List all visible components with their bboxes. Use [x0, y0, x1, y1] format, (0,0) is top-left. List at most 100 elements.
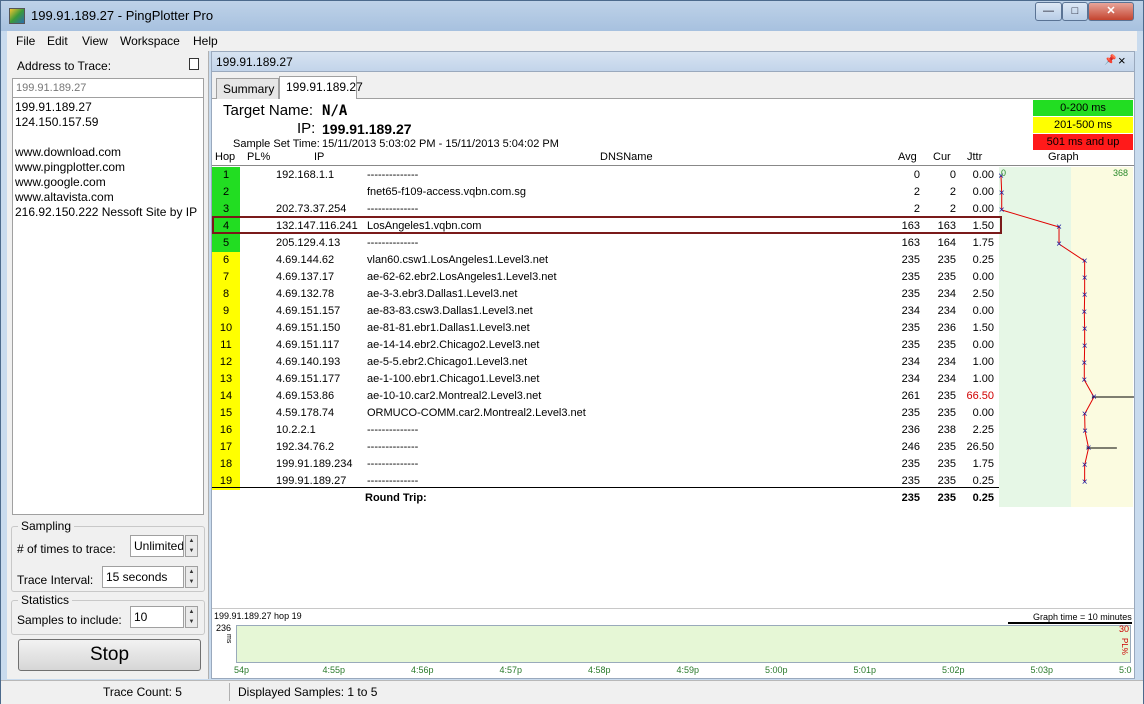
table-row[interactable]: 7 4.69.137.17 ae-62-62.ebr2.LosAngeles1.Le…	[212, 269, 1134, 286]
table-row[interactable]: 1 192.168.1.1 -------------- 0 0 0.00	[212, 167, 1134, 184]
latency-point: ×	[1056, 239, 1062, 250]
table-row[interactable]: 6 4.69.144.62 vlan60.csw1.LosAngeles1.Leve…	[212, 252, 1134, 269]
header-hop[interactable]: Hop	[215, 151, 235, 163]
samples-to-include-label: Samples to include:	[17, 613, 122, 627]
address-history-list[interactable]: 199.91.189.27 124.150.157.59 www.download.…	[12, 97, 204, 515]
document-title: 199.91.189.27	[216, 55, 293, 69]
history-item[interactable]: www.download.com	[15, 145, 201, 160]
trace-interval-input[interactable]: 15 seconds	[102, 566, 184, 588]
menu-file[interactable]: File	[16, 34, 35, 48]
maximize-button[interactable]: □	[1062, 2, 1088, 21]
hop-avg: 2	[913, 186, 920, 198]
times-to-trace-input[interactable]: Unlimited	[130, 535, 184, 557]
table-row[interactable]: 16 10.2.2.1 -------------- 236 238 2.25	[212, 422, 1134, 439]
close-button[interactable]: ✕	[1088, 2, 1134, 21]
hop-jttr: 1.00	[972, 373, 994, 385]
table-row[interactable]: 17 192.34.76.2 -------------- 246 235 26.50	[212, 439, 1134, 456]
latency-graph: ×××××××××××××××××××	[999, 171, 1134, 488]
header-avg[interactable]: Avg	[898, 151, 917, 163]
latency-point: ×	[999, 205, 1005, 216]
hop-cur: 0	[949, 169, 956, 181]
hop-avg: 235	[901, 407, 920, 419]
time-axis-tick: 4:55p	[322, 665, 346, 675]
legend-red: 501 ms and up	[1033, 134, 1133, 150]
table-row[interactable]: 11 4.69.151.117 ae-14-14.ebr2.Chicago2.Lev…	[212, 337, 1134, 354]
minimize-button[interactable]: —	[1035, 2, 1062, 21]
hop-number: 6	[212, 252, 240, 269]
hop-ip: 192.168.1.1	[276, 169, 335, 181]
times-to-trace-spinner[interactable]: ▲ ▼	[185, 535, 198, 557]
table-row[interactable]: 10 4.69.151.150 ae-81-81.ebr1.Dallas1.Leve…	[212, 320, 1134, 337]
header-pl[interactable]: PL%	[247, 151, 270, 163]
header-cur[interactable]: Cur	[933, 151, 951, 163]
time-graph: 199.91.189.27 hop 19 Graph time = 10 min…	[212, 608, 1134, 678]
hop-ip: 4.69.132.78	[276, 288, 335, 300]
hop-dnsname: ae-1-100.ebr1.Chicago1.Level3.net	[367, 373, 540, 385]
samples-to-include-input[interactable]: 10	[130, 606, 184, 628]
tab-target[interactable]: 199.91.189.27	[279, 76, 363, 99]
round-trip-label: Round Trip:	[365, 492, 427, 504]
hop-jttr: 2.25	[972, 424, 994, 436]
history-item[interactable]: www.altavista.com	[15, 190, 201, 205]
time-axis-tick: 5:01p	[853, 665, 877, 675]
history-spacer	[15, 130, 201, 145]
hop-cur: 2	[949, 186, 956, 198]
history-item[interactable]: www.pingplotter.com	[15, 160, 201, 175]
displayed-samples: Displayed Samples: 1 to 5	[238, 685, 378, 699]
hop-number: 8	[212, 286, 240, 303]
pin-icon[interactable]: 📌	[1104, 55, 1116, 66]
history-item[interactable]: 124.150.157.59	[15, 115, 201, 130]
table-row[interactable]: 8 4.69.132.78 ae-3-3.ebr3.Dallas1.Level3.n…	[212, 286, 1134, 303]
history-item[interactable]: 216.92.150.222 Nessoft Site by IP	[15, 205, 201, 220]
hop-number: 12	[212, 354, 240, 371]
stop-button[interactable]: Stop	[18, 639, 201, 671]
hop-jttr: 1.75	[972, 237, 994, 249]
header-ip[interactable]: IP	[314, 151, 324, 163]
address-input[interactable]	[12, 78, 204, 98]
time-graph-plot-area[interactable]	[236, 625, 1131, 663]
hop-number: 10	[212, 320, 240, 337]
hop-ip: 202.73.37.254	[276, 203, 347, 215]
trace-interval-spinner[interactable]: ▲ ▼	[185, 566, 198, 588]
table-row[interactable]: 13 4.69.151.177 ae-1-100.ebr1.Chicago1.Lev…	[212, 371, 1134, 388]
document-header: 199.91.189.27 📌 ×	[212, 52, 1134, 72]
header-graph[interactable]: Graph	[1048, 151, 1079, 163]
table-row[interactable]: 15 4.59.178.74 ORMUCO-COMM.car2.Montreal2.…	[212, 405, 1134, 422]
table-row[interactable]: 18 199.91.189.234 -------------- 235 235 1.75	[212, 456, 1134, 473]
hop-number: 7	[212, 269, 240, 286]
latency-point: ×	[1082, 324, 1088, 335]
tab-summary[interactable]: Summary	[216, 78, 279, 99]
hop-ip: 10.2.2.1	[276, 424, 316, 436]
trace-interval-label: Trace Interval:	[17, 573, 94, 587]
header-dnsname[interactable]: DNSName	[600, 151, 653, 163]
graph-time-label[interactable]: Graph time = 10 minutes	[1033, 612, 1132, 622]
history-item[interactable]: 199.91.189.27	[15, 100, 201, 115]
trace-document-panel: 199.91.189.27 📌 × Summary 199.91.189.27 …	[211, 51, 1135, 679]
statistics-title: Statistics	[18, 593, 73, 607]
table-row[interactable]: 5 205.129.4.13 -------------- 163 164 1.75	[212, 235, 1134, 252]
hop-cur: 235	[937, 441, 956, 453]
samples-to-include-spinner[interactable]: ▲ ▼	[185, 606, 198, 628]
time-graph-pl-unit: PL%	[1120, 638, 1129, 655]
time-graph-title: 199.91.189.27 hop 19	[214, 611, 302, 621]
menu-edit[interactable]: Edit	[47, 34, 68, 48]
hop-avg: 235	[901, 322, 920, 334]
new-document-icon[interactable]	[189, 58, 199, 70]
menu-workspace[interactable]: Workspace	[120, 34, 180, 48]
table-row[interactable]: 12 4.69.140.193 ae-5-5.ebr2.Chicago1.Level…	[212, 354, 1134, 371]
hop-ip: 192.34.76.2	[276, 441, 335, 453]
document-close-icon[interactable]: ×	[1118, 53, 1126, 68]
header-jttr[interactable]: Jttr	[967, 151, 982, 163]
statistics-group: Statistics Samples to include: 10 ▲ ▼	[11, 593, 205, 635]
table-row[interactable]: 2 fnet65-f109-access.vqbn.com.sg 2 2 0.00	[212, 184, 1134, 201]
hop-avg: 235	[901, 254, 920, 266]
sample-set-time-value: 15/11/2013 5:03:02 PM - 15/11/2013 5:04:…	[322, 138, 559, 150]
menu-view[interactable]: View	[82, 34, 108, 48]
table-row[interactable]: 9 4.69.151.157 ae-83-83.csw3.Dallas1.Level…	[212, 303, 1134, 320]
hop-ip: 4.69.151.157	[276, 305, 341, 317]
hop-cur: 235	[937, 254, 956, 266]
hop-avg: 235	[901, 458, 920, 470]
history-item[interactable]: www.google.com	[15, 175, 201, 190]
table-row[interactable]: 14 4.69.153.86 ae-10-10.car2.Montreal2.Lev…	[212, 388, 1134, 405]
menu-help[interactable]: Help	[193, 34, 218, 48]
